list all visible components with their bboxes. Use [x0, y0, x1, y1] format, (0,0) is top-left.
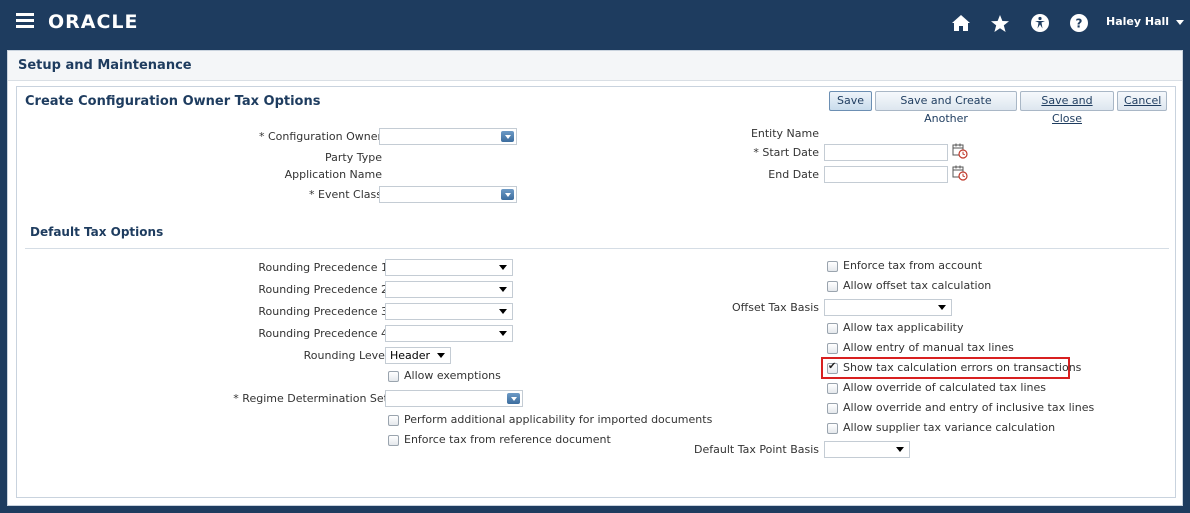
entity-name-label: Entity Name [750, 127, 819, 140]
oracle-logo: ORACLE [48, 11, 139, 33]
favorites-star-icon[interactable] [989, 12, 1011, 34]
enforce-from-account-label: Enforce tax from account [843, 259, 983, 272]
save-button[interactable]: Save [829, 91, 872, 111]
chevron-down-icon [499, 331, 507, 336]
chevron-down-icon [499, 287, 507, 292]
allow-exemptions-checkbox[interactable] [388, 371, 399, 382]
default-tax-point-basis-label: Default Tax Point Basis [694, 443, 819, 456]
allow-applicability-checkbox[interactable] [827, 323, 838, 334]
rounding-precedence-1-select[interactable] [385, 259, 513, 276]
regime-determination-set-label: * Regime Determination Set [233, 392, 388, 405]
rounding-level-value: Header [390, 349, 431, 362]
calendar-icon[interactable] [952, 165, 968, 181]
rounding-precedence-2-label: Rounding Precedence 2 [258, 283, 388, 296]
page-title: Setup and Maintenance [18, 58, 192, 73]
show-calc-errors-label: Show tax calculation errors on transacti… [843, 361, 1082, 374]
svg-text:?: ? [1076, 17, 1083, 31]
home-icon[interactable] [950, 12, 972, 34]
save-and-close-button[interactable]: Save and Close [1020, 91, 1114, 125]
configuration-owner-dropdown[interactable] [379, 128, 517, 145]
cancel-button[interactable]: Cancel [1117, 91, 1167, 111]
allow-manual-lines-checkbox[interactable] [827, 343, 838, 354]
rounding-precedence-3-label: Rounding Precedence 3 [258, 305, 388, 318]
rounding-precedence-4-select[interactable] [385, 325, 513, 342]
page-container: Setup and Maintenance Create Configurati… [7, 50, 1183, 506]
end-date-label: End Date [768, 168, 819, 181]
start-date-label: * Start Date [753, 146, 819, 159]
offset-tax-basis-select[interactable] [824, 299, 952, 316]
enforce-from-account-checkbox[interactable] [827, 261, 838, 272]
regime-determination-set-dropdown[interactable] [385, 390, 523, 407]
save-and-create-another-button[interactable]: Save and Create Another [875, 91, 1017, 125]
global-header: ORACLE ? Haley Hall [0, 0, 1190, 46]
navigator-menu-icon[interactable] [16, 13, 34, 29]
dropdown-icon[interactable] [501, 189, 514, 200]
panel-title: Create Configuration Owner Tax Options [25, 94, 321, 109]
offset-tax-basis-label: Offset Tax Basis [732, 301, 819, 314]
start-date-input[interactable] [824, 144, 948, 161]
chevron-down-icon [499, 309, 507, 314]
event-class-dropdown[interactable] [379, 186, 517, 203]
default-tax-options-title: Default Tax Options [30, 225, 164, 239]
create-tax-options-panel: Create Configuration Owner Tax Options S… [16, 86, 1176, 498]
section-divider [25, 248, 1169, 249]
party-type-label: Party Type [325, 151, 382, 164]
application-name-label: Application Name [284, 168, 382, 181]
rounding-level-select[interactable]: Header [385, 347, 451, 364]
show-calc-errors-checkbox[interactable] [827, 361, 838, 374]
allow-override-inclusive-checkbox[interactable] [827, 403, 838, 414]
calendar-icon[interactable] [952, 143, 968, 159]
help-icon[interactable]: ? [1068, 12, 1090, 34]
page-header: Setup and Maintenance [8, 51, 1182, 81]
user-name: Haley Hall [1106, 15, 1170, 28]
allow-offset-checkbox[interactable] [827, 281, 838, 292]
allow-override-calculated-label: Allow override of calculated tax lines [843, 381, 1046, 394]
rounding-precedence-1-label: Rounding Precedence 1 [258, 261, 388, 274]
default-tax-point-basis-select[interactable] [824, 441, 910, 458]
allow-applicability-label: Allow tax applicability [843, 321, 964, 334]
chevron-down-icon [896, 447, 904, 452]
event-class-label: * Event Class [309, 188, 382, 201]
perform-additional-applicability-label: Perform additional applicability for imp… [404, 413, 713, 426]
rounding-precedence-4-label: Rounding Precedence 4 [258, 327, 388, 340]
dropdown-icon[interactable] [501, 131, 514, 142]
end-date-input[interactable] [824, 166, 948, 183]
rounding-precedence-2-select[interactable] [385, 281, 513, 298]
allow-supplier-variance-checkbox[interactable] [827, 423, 838, 434]
enforce-from-reference-label: Enforce tax from reference document [404, 433, 611, 446]
accessibility-icon[interactable] [1029, 12, 1051, 34]
configuration-owner-label: * Configuration Owner [258, 130, 382, 143]
chevron-down-icon [499, 265, 507, 270]
chevron-down-icon [437, 353, 445, 358]
allow-override-inclusive-label: Allow override and entry of inclusive ta… [843, 401, 1095, 414]
dropdown-icon[interactable] [507, 393, 520, 404]
chevron-down-icon [938, 305, 946, 310]
rounding-precedence-3-select[interactable] [385, 303, 513, 320]
rounding-level-label: Rounding Level [303, 349, 388, 362]
allow-manual-lines-label: Allow entry of manual tax lines [843, 341, 1014, 354]
user-menu[interactable]: Haley Hall [1106, 15, 1184, 28]
allow-offset-label: Allow offset tax calculation [843, 279, 992, 292]
chevron-down-icon [1175, 19, 1184, 25]
allow-supplier-variance-label: Allow supplier tax variance calculation [843, 421, 1056, 434]
perform-additional-applicability-checkbox[interactable] [388, 415, 399, 426]
allow-exemptions-label: Allow exemptions [404, 369, 501, 382]
enforce-from-reference-checkbox[interactable] [388, 435, 399, 446]
allow-override-calculated-checkbox[interactable] [827, 383, 838, 394]
